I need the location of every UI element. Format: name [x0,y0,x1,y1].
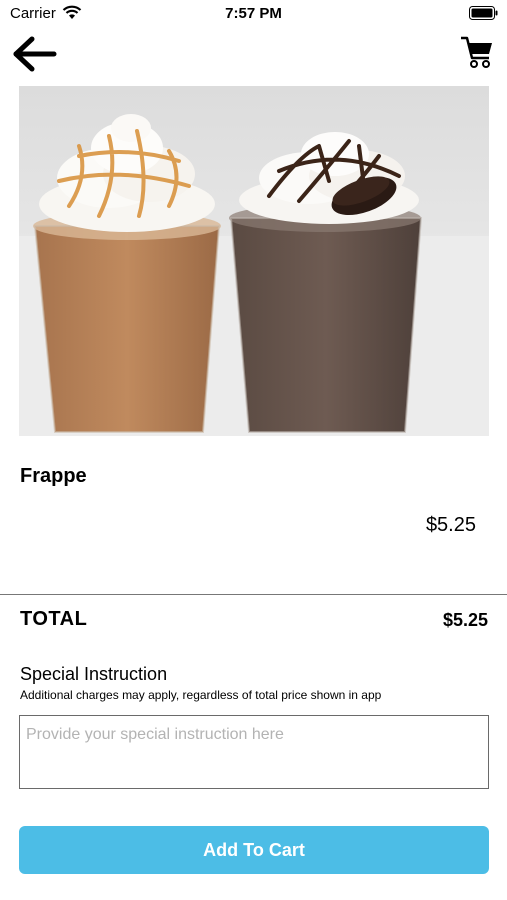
nav-bar [0,30,507,80]
status-time: 7:57 PM [225,5,282,22]
add-to-cart-button[interactable]: Add To Cart [19,826,489,874]
total-label: TOTAL [20,608,88,630]
product-image [19,86,489,436]
arrow-left-icon [13,36,57,72]
cart-button[interactable] [459,34,495,70]
product-price: $5.25 [425,514,476,536]
special-instruction-input[interactable] [19,715,489,789]
shopping-cart-icon [461,36,492,68]
special-instruction-note: Additional charges may apply, regardless… [20,688,382,702]
status-bar: Carrier 7:57 PM [0,0,507,28]
back-button[interactable] [10,34,58,74]
special-instruction-title: Special Instruction [20,664,168,684]
total-value: $5.25 [442,610,488,630]
product-name: Frappe [20,465,87,487]
battery-icon [469,6,498,20]
divider [0,594,507,595]
